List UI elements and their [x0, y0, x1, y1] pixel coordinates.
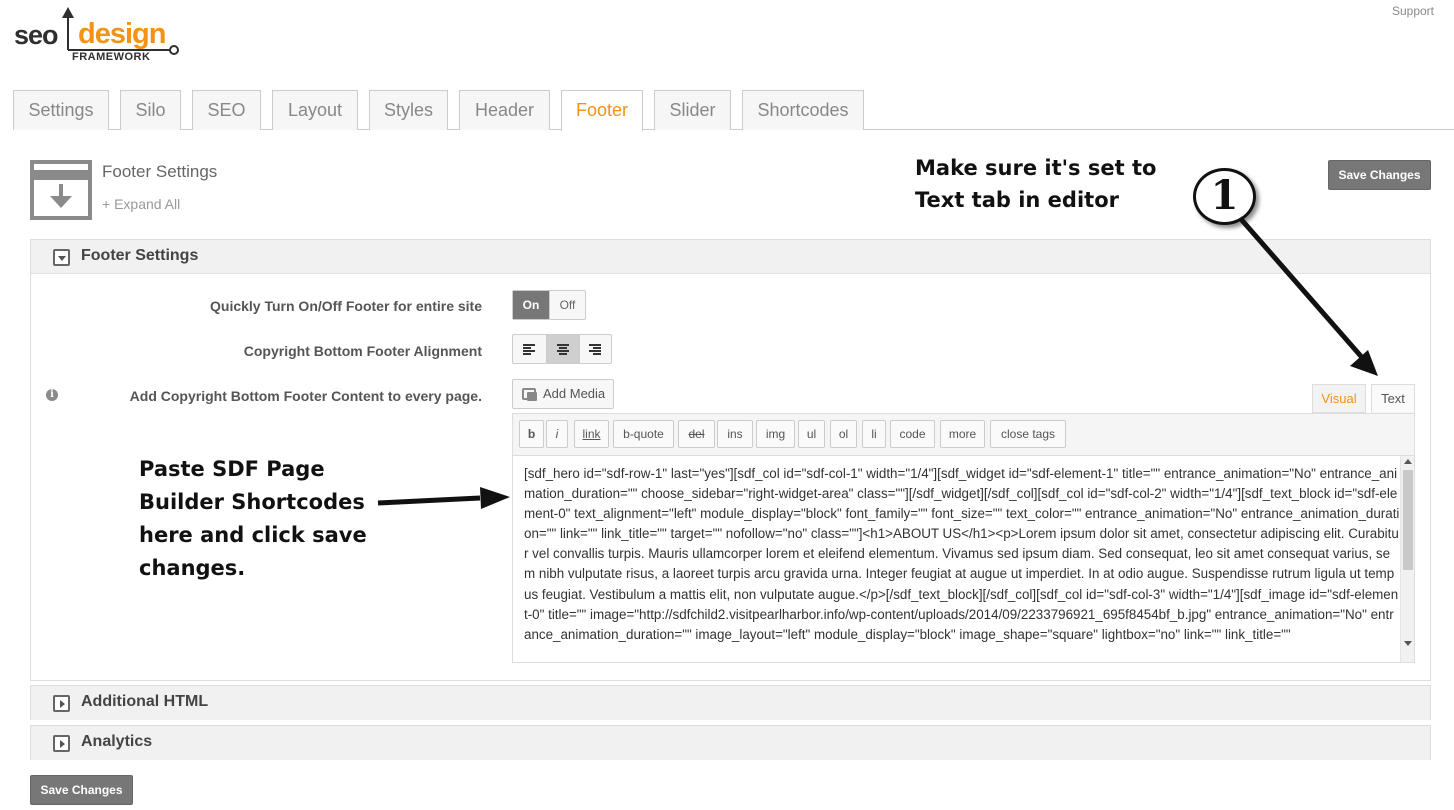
tab-settings[interactable]: Settings	[13, 90, 109, 130]
qt-ol-button[interactable]: ol	[830, 420, 857, 448]
logo-framework-text: FRAMEWORK	[72, 51, 151, 63]
save-changes-button-bottom[interactable]: Save Changes	[30, 775, 133, 805]
tab-silo[interactable]: Silo	[120, 90, 181, 130]
save-changes-button-top[interactable]: Save Changes	[1328, 160, 1431, 190]
settings-tabs: Settings Silo SEO Layout Styles Header F…	[13, 90, 1454, 131]
qt-bold-button[interactable]: b	[519, 420, 544, 448]
align-left-icon[interactable]	[513, 335, 547, 363]
tab-shortcodes[interactable]: Shortcodes	[742, 90, 864, 130]
footer-settings-panel-title: Footer Settings	[81, 247, 199, 264]
scroll-up-icon[interactable]	[1404, 459, 1412, 464]
editor-tab-text[interactable]: Text	[1371, 384, 1415, 413]
logo-design-text: design	[78, 18, 166, 50]
qt-link-button[interactable]: link	[574, 420, 609, 448]
quicktags-toolbar: b i link b-quote del ins img ul ol li co…	[512, 413, 1415, 455]
qt-close-tags-button[interactable]: close tags	[990, 420, 1066, 448]
seo-design-framework-logo[interactable]: seo design FRAMEWORK	[14, 6, 184, 68]
expand-icon[interactable]	[53, 735, 70, 752]
tab-styles[interactable]: Styles	[369, 90, 448, 130]
align-center-icon[interactable]	[547, 335, 580, 363]
tab-seo[interactable]: SEO	[192, 90, 261, 130]
scroll-down-icon[interactable]	[1404, 641, 1412, 646]
alignment-label: Copyright Bottom Footer Alignment	[243, 343, 482, 359]
additional-html-panel-title: Additional HTML	[81, 693, 209, 710]
annotation-paste-note: Paste SDF Page Builder Shortcodes here a…	[139, 457, 367, 580]
add-media-label: Add Media	[543, 386, 606, 401]
analytics-panel: Analytics	[30, 725, 1431, 760]
align-right-icon[interactable]	[580, 335, 611, 363]
editor-content: [sdf_hero id="sdf-row-1" last="yes"][sdf…	[524, 466, 1400, 642]
qt-ins-button[interactable]: ins	[717, 420, 753, 448]
collapse-icon[interactable]	[53, 249, 70, 266]
tab-slider[interactable]: Slider	[654, 90, 731, 130]
qt-img-button[interactable]: img	[756, 420, 795, 448]
add-media-button[interactable]: Add Media	[512, 379, 614, 409]
toggle-footer-label: Quickly Turn On/Off Footer for entire si…	[210, 298, 482, 314]
annotation-text-tab-note: Make sure it's set to Text tab in editor	[915, 156, 1157, 212]
qt-li-button[interactable]: li	[862, 420, 886, 448]
logo-seo-text: seo	[14, 20, 59, 50]
analytics-panel-title: Analytics	[81, 733, 153, 750]
editor-tab-visual[interactable]: Visual	[1312, 384, 1366, 413]
additional-html-panel-header[interactable]: Additional HTML	[31, 686, 1430, 720]
qt-ul-button[interactable]: ul	[798, 420, 825, 448]
analytics-panel-header[interactable]: Analytics	[31, 726, 1430, 760]
footer-on-off-switch: On Off	[512, 290, 586, 320]
scroll-thumb[interactable]	[1403, 470, 1413, 570]
qt-code-button[interactable]: code	[890, 420, 935, 448]
footer-content-label: Add Copyright Bottom Footer Content to e…	[129, 388, 482, 404]
step-badge: 1	[1193, 168, 1256, 225]
footer-settings-panel-header[interactable]: Footer Settings	[31, 240, 1430, 274]
expand-all-link[interactable]: + Expand All	[102, 196, 180, 212]
qt-bquote-button[interactable]: b-quote	[613, 420, 674, 448]
alignment-selector	[512, 334, 612, 364]
footer-content-textarea[interactable]: [sdf_hero id="sdf-row-1" last="yes"][sdf…	[512, 455, 1415, 663]
support-link[interactable]: Support	[1392, 4, 1434, 18]
tab-layout[interactable]: Layout	[272, 90, 358, 130]
tab-footer[interactable]: Footer	[561, 90, 643, 131]
qt-more-button[interactable]: more	[940, 420, 985, 448]
qt-italic-button[interactable]: i	[546, 420, 568, 448]
expand-icon[interactable]	[53, 695, 70, 712]
footer-section-icon	[30, 160, 92, 220]
footer-off-option[interactable]: Off	[550, 291, 585, 319]
additional-html-panel: Additional HTML	[30, 685, 1431, 720]
editor-scrollbar[interactable]	[1400, 456, 1414, 662]
footer-on-option[interactable]: On	[513, 291, 550, 319]
tab-header[interactable]: Header	[459, 90, 550, 130]
qt-del-button[interactable]: del	[678, 420, 715, 448]
page-title: Footer Settings	[102, 162, 218, 181]
